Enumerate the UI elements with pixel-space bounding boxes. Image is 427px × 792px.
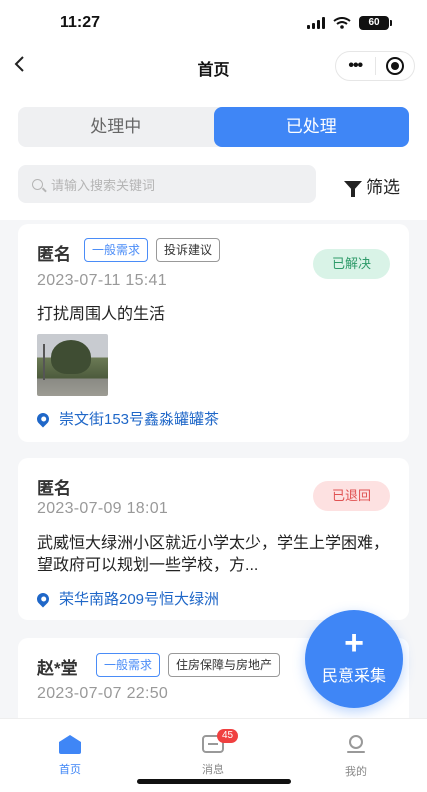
- requester-name: 匿名: [37, 479, 71, 498]
- location-row[interactable]: 荣华南路209号恒大绿洲: [34, 588, 220, 609]
- request-card[interactable]: 匿名 2023-07-09 18:01 已退回 武威恒大绿洲小区就近小学太少，学…: [18, 458, 409, 620]
- status-time: 11:27: [60, 14, 101, 31]
- attachment-photo[interactable]: [37, 334, 108, 396]
- request-time: 2023-07-11 15:41: [37, 272, 167, 289]
- status-badge: 已退回: [313, 481, 390, 511]
- mini-program-capsule: •••: [335, 51, 415, 81]
- status-indicators: 60: [307, 16, 392, 30]
- tab-messages[interactable]: 45 消息: [173, 729, 253, 777]
- status-bar: 11:27 60: [0, 0, 427, 44]
- public-opinion-collect-button[interactable]: + 民意采集: [305, 610, 403, 708]
- segmented-control: 处理中 已处理: [18, 107, 409, 147]
- tab-processing[interactable]: 处理中: [18, 107, 214, 147]
- filter-button[interactable]: 筛选: [344, 173, 400, 198]
- home-icon: [59, 735, 81, 754]
- unread-badge: 45: [217, 729, 239, 743]
- tab-processed[interactable]: 已处理: [213, 107, 409, 147]
- request-content: 打扰周围人的生活: [37, 306, 166, 323]
- tab-home-label: 首页: [59, 764, 81, 776]
- tab-mine-label: 我的: [345, 766, 367, 778]
- tag-type: 住房保障与房地产: [168, 653, 281, 677]
- plus-icon: +: [344, 624, 364, 662]
- header-area: 处理中 已处理 请输入搜索关键词 筛选: [0, 88, 427, 220]
- tag-category: 一般需求: [96, 653, 161, 677]
- user-icon: [346, 735, 366, 755]
- requester-name: 赵*堂: [37, 659, 78, 678]
- funnel-icon: [344, 180, 362, 197]
- location-pin-icon: [34, 590, 52, 607]
- tab-mine[interactable]: 我的: [316, 735, 396, 779]
- status-badge: 已解决: [313, 249, 390, 279]
- tag-category: 一般需求: [84, 238, 149, 262]
- requester-name: 匿名: [37, 245, 71, 264]
- search-input[interactable]: 请输入搜索关键词: [18, 165, 316, 203]
- search-placeholder: 请输入搜索关键词: [51, 177, 156, 193]
- fab-label: 民意采集: [321, 668, 386, 685]
- request-content: 武威恒大绿洲小区就近小学太少，学生上学困难，望政府可以规划一些学校，方...: [37, 535, 390, 574]
- battery-icon: 60: [359, 16, 392, 30]
- target-icon[interactable]: [375, 57, 414, 75]
- wifi-icon: [333, 17, 351, 29]
- location-pin-icon: [34, 410, 52, 427]
- location-row[interactable]: 崇文街153号鑫淼罐罐茶: [34, 408, 220, 429]
- location-text: 荣华南路209号恒大绿洲: [59, 591, 220, 608]
- request-card[interactable]: 匿名 一般需求 投诉建议 2023-07-11 15:41 已解决 打扰周围人的…: [18, 224, 409, 442]
- tab-messages-label: 消息: [202, 764, 224, 776]
- home-indicator: [137, 779, 291, 784]
- search-icon: [32, 178, 43, 190]
- tag-type: 投诉建议: [156, 238, 221, 262]
- filter-label: 筛选: [366, 178, 400, 197]
- request-time: 2023-07-07 22:50: [37, 685, 169, 702]
- request-time: 2023-07-09 18:01: [37, 500, 169, 517]
- tab-home[interactable]: 首页: [30, 735, 110, 777]
- nav-bar: 首页 •••: [0, 44, 427, 88]
- location-text: 崇文街153号鑫淼罐罐茶: [59, 411, 220, 428]
- more-dots-icon[interactable]: •••: [336, 52, 375, 80]
- signal-icon: [307, 17, 325, 29]
